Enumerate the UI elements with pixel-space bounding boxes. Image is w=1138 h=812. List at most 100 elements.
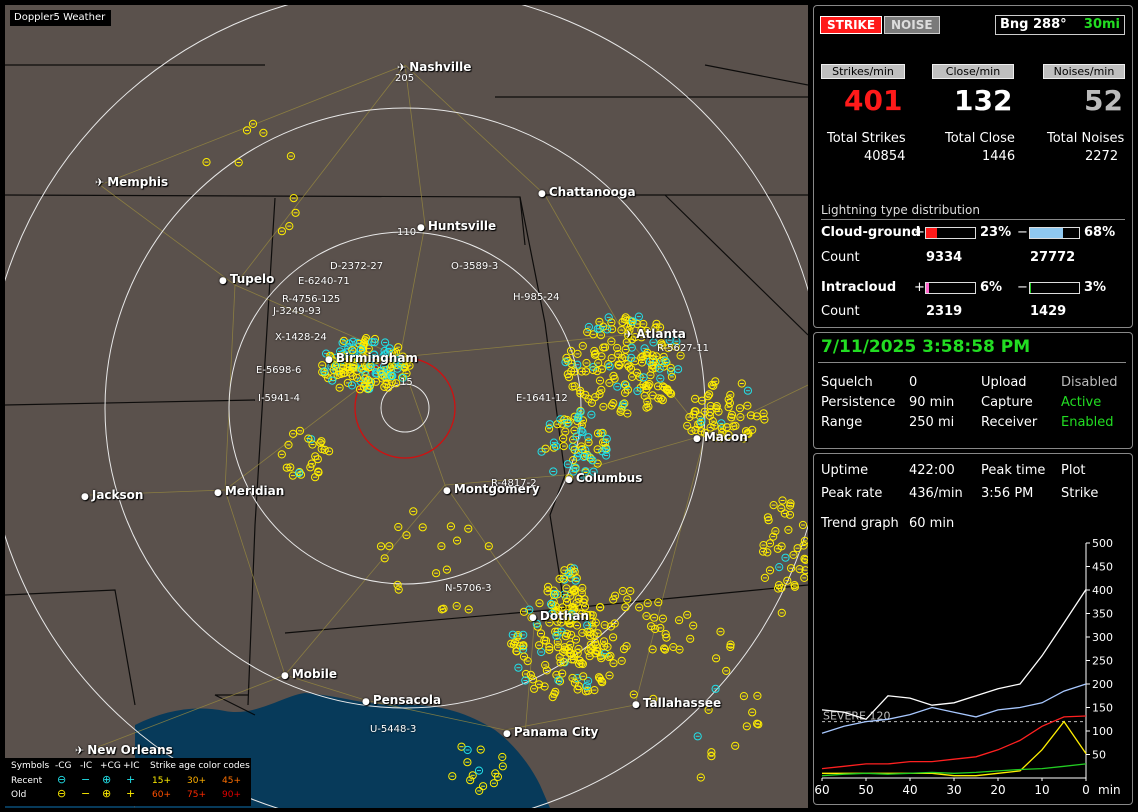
symbol-legend: Symbols -CG -IC +CG +IC Strike age color…: [5, 758, 251, 806]
old-pos-cg-icon: ⊕: [102, 787, 112, 800]
upload-label: Upload: [981, 375, 1027, 390]
airport-icon: ✈: [95, 176, 105, 189]
sensor-label: D-2372-27: [330, 261, 384, 272]
old-neg-cg-icon: ⊖: [57, 787, 67, 800]
distance-readout: 30mi: [1083, 17, 1120, 32]
city-label: ● Meridian: [214, 484, 285, 498]
range-rings: [5, 5, 808, 808]
age-code: 15+: [152, 776, 171, 786]
trend-panel: Uptime 422:00 Peak time Plot Peak rate 4…: [813, 453, 1133, 805]
x-tick-label: 0: [1082, 783, 1090, 797]
strike-layer: [202, 119, 808, 796]
x-tick-label: 60: [814, 783, 829, 797]
persistence-value[interactable]: 90 min: [909, 395, 954, 410]
city-label: ● Tupelo: [219, 272, 275, 286]
dot-icon: ●: [529, 613, 537, 623]
trend-graph-value[interactable]: 60 min: [909, 516, 954, 531]
trend-series-line: [821, 763, 1087, 777]
dot-icon: ●: [417, 223, 425, 233]
noises-per-min-value: 52: [1084, 84, 1123, 117]
persistence-label: Persistence: [821, 395, 896, 410]
total-noises-label: Total Noises: [1047, 131, 1125, 146]
x-tick-label: 20: [990, 783, 1005, 797]
sensor-label: E-1641-12: [516, 393, 568, 404]
squelch-value[interactable]: 0: [909, 375, 917, 390]
dot-icon: ●: [443, 486, 451, 496]
range-value[interactable]: 250 mi: [909, 415, 954, 430]
capture-value[interactable]: Active: [1061, 395, 1101, 410]
x-tick-label: 10: [1034, 783, 1049, 797]
sensor-label: I-5941-4: [258, 393, 300, 404]
x-tick-label: 40: [902, 783, 917, 797]
y-tick-label: 450: [1092, 561, 1113, 574]
y-tick-label: 500: [1092, 538, 1113, 550]
trend-chart: 5004504003503002502001501005060 50 40 30 20 1…: [814, 538, 1120, 797]
city-label: ● Pensacola: [362, 693, 442, 707]
datetime-readout: 7/11/2025 3:58:58 PM: [821, 337, 1031, 357]
y-tick-label: 300: [1092, 631, 1113, 644]
plot-label: Plot: [1061, 463, 1086, 478]
sensor-label: J-3249-93: [273, 306, 321, 317]
y-tick-label: 100: [1092, 725, 1113, 738]
city-label: ● Dothan: [529, 609, 589, 623]
dot-icon: ●: [325, 355, 333, 365]
lightning-map[interactable]: Doppler5 Weather ✈ Nashville ✈ Memphis ● Chat…: [5, 5, 808, 808]
cg-positive-count: 9334: [926, 250, 963, 265]
airport-icon: ✈: [75, 744, 85, 757]
total-strikes-value: 40854: [864, 149, 906, 164]
peak-time-value: 3:56 PM: [981, 486, 1034, 501]
noise-button[interactable]: NOISE: [884, 16, 940, 34]
cloud-ground-label: Cloud-ground: [821, 225, 921, 240]
age-code: 90+: [222, 790, 241, 800]
dot-icon: ●: [565, 475, 573, 485]
city-label: ● Tallahassee: [632, 696, 722, 710]
city-label: ● Chattanooga: [538, 185, 636, 199]
squelch-label: Squelch: [821, 375, 873, 390]
total-strikes-label: Total Strikes: [827, 131, 906, 146]
city-label: ● Panama City: [503, 725, 599, 739]
ic-positive-pct: 6%: [980, 280, 1003, 295]
dot-icon: ●: [219, 276, 227, 286]
divider: [818, 362, 1126, 363]
uptime-value: 422:00: [909, 463, 955, 478]
minus-sign: −: [1017, 225, 1028, 240]
y-tick-label: 50: [1092, 749, 1106, 762]
upload-value[interactable]: Disabled: [1061, 375, 1117, 390]
age-code: 75+: [187, 790, 206, 800]
y-tick-label: 400: [1092, 584, 1113, 597]
sensor-label: N-5706-3: [445, 583, 492, 594]
recent-neg-cg-icon: ⊖: [57, 773, 67, 786]
map-canvas[interactable]: [5, 5, 808, 808]
x-tick-label: 50: [858, 783, 873, 797]
y-tick-label: 150: [1092, 702, 1113, 715]
divider: [821, 219, 1125, 220]
close-per-min-header: Close/min: [932, 64, 1014, 79]
city-label: ● Macon: [693, 430, 748, 444]
cg-negative-pct: 68%: [1084, 225, 1116, 240]
road-network: [89, 64, 808, 751]
distribution-title: Lightning type distribution: [821, 203, 980, 217]
recent-pos-ic-icon: +: [126, 773, 136, 786]
plus-sign: +: [914, 225, 925, 240]
recent-neg-ic-icon: −: [81, 773, 91, 786]
intracloud-label: Intracloud: [821, 280, 897, 295]
strike-button[interactable]: STRIKE: [820, 16, 883, 34]
cg-negative-count: 27772: [1030, 250, 1076, 265]
plot-value[interactable]: Strike: [1061, 486, 1098, 501]
legend-old-label: Old: [11, 790, 27, 800]
city-label: ✈ Nashville: [397, 60, 472, 74]
y-tick-label: 200: [1092, 678, 1113, 691]
state-borders: [5, 64, 808, 716]
receiver-value[interactable]: Enabled: [1061, 415, 1114, 430]
total-close-value: 1446: [982, 149, 1016, 164]
dot-icon: ●: [281, 671, 289, 681]
age-code: 30+: [187, 776, 206, 786]
uptime-label: Uptime: [821, 463, 869, 478]
city-label: ● Huntsville: [417, 219, 497, 233]
city-label: ● Jackson: [81, 488, 144, 502]
range-label: Range: [821, 415, 863, 430]
peak-rate-label: Peak rate: [821, 486, 883, 501]
sensor-label: O-3589-3: [451, 261, 499, 272]
ic-positive-bar: [925, 282, 976, 294]
trend-graph-label: Trend graph: [821, 516, 899, 531]
